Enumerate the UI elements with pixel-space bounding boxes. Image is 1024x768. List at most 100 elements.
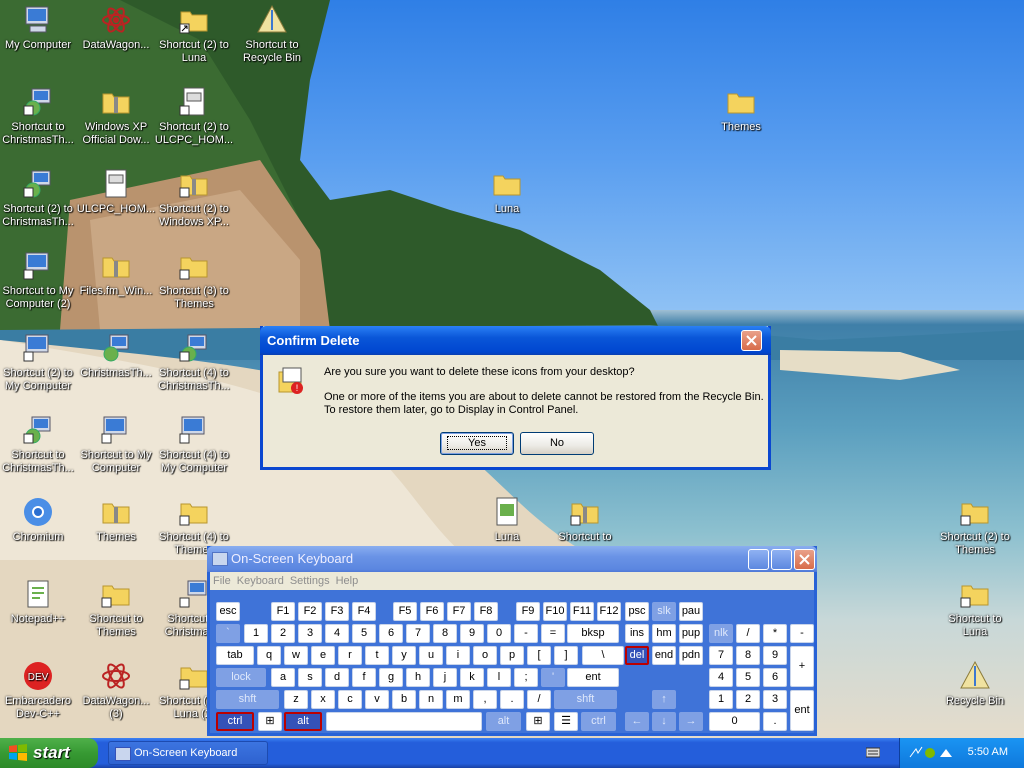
key-caps-5[interactable]: g (379, 668, 403, 687)
desktop-icon[interactable]: Luna (467, 168, 547, 216)
key-bottom-1[interactable]: alt (284, 712, 322, 731)
desktop-icon[interactable]: Themes (76, 496, 156, 544)
key-shift-1[interactable]: z (284, 690, 308, 709)
space-bar[interactable] (326, 712, 482, 731)
desktop-icon[interactable]: Shortcut (4) to ChristmasTh... (154, 332, 234, 393)
desktop-icon[interactable]: Shortcut (2) to My Computer (0, 332, 78, 393)
desktop-icon[interactable]: Shortcut (4) to My Computer (154, 414, 234, 475)
key-shift-11[interactable]: shft (554, 690, 617, 709)
key-shift-10[interactable]: / (527, 690, 551, 709)
key-num-20[interactable]: - (790, 624, 814, 643)
key-bottom-2[interactable]: alt (486, 712, 521, 731)
key-shift-4[interactable]: v (365, 690, 389, 709)
key-caps-12[interactable]: ent (567, 668, 619, 687)
no-button[interactable]: No (520, 432, 594, 455)
desktop-icon[interactable]: Shortcut (2) to Themes (935, 496, 1015, 557)
desktop-icon[interactable]: Themes (701, 86, 781, 134)
key-fn-7[interactable]: F7 (447, 602, 471, 621)
minimize-button[interactable] (748, 549, 769, 570)
key-caps-2[interactable]: s (298, 668, 322, 687)
key-bottom-5[interactable]: . (763, 712, 787, 731)
key-num-10[interactable]: 0 (487, 624, 511, 643)
key-num-16[interactable]: pup (679, 624, 703, 643)
desktop-icon[interactable]: Shortcut to ChristmasTh... (0, 414, 78, 475)
osk-titlebar[interactable]: On-Screen Keyboard (207, 546, 817, 572)
key-fn-14[interactable]: slk (652, 602, 676, 621)
key-caps-14[interactable]: 5 (736, 668, 760, 687)
key-tab-19[interactable]: 9 (763, 646, 787, 665)
key-shift-12[interactable]: 1 (709, 690, 733, 709)
desktop-icon[interactable]: Shortcut to Recycle Bin (232, 4, 312, 65)
key-shift-5[interactable]: b (392, 690, 416, 709)
key-caps-11[interactable]: ' (541, 668, 565, 687)
desktop-icon[interactable]: Shortcut to My Computer (76, 414, 156, 475)
key-tab-17[interactable]: 7 (709, 646, 733, 665)
key-caps-9[interactable]: l (487, 668, 511, 687)
key-tab-9[interactable]: o (473, 646, 497, 665)
start-button[interactable]: start (0, 738, 98, 768)
key-fn-2[interactable]: F2 (298, 602, 322, 621)
desktop-icon[interactable]: ULCPC_HOM... (76, 168, 156, 216)
key-tab-2[interactable]: w (284, 646, 308, 665)
desktop-icon[interactable]: Recycle Bin (935, 660, 1015, 708)
win-key-icon[interactable]: ⊞ (258, 712, 282, 731)
key-caps-0[interactable]: lock (216, 668, 266, 687)
key-fn-0[interactable]: esc (216, 602, 240, 621)
key-fn-6[interactable]: F6 (420, 602, 444, 621)
desktop-icon[interactable]: DataWagon... (3) (76, 660, 156, 721)
key-fn-11[interactable]: F11 (570, 602, 594, 621)
menu-settings[interactable]: Settings (287, 572, 333, 587)
key-tab-1[interactable]: q (257, 646, 281, 665)
arrow-right-icon[interactable]: → (679, 712, 703, 731)
key-tab-15[interactable]: end (652, 646, 676, 665)
key-caps-4[interactable]: f (352, 668, 376, 687)
desktop-icon[interactable]: Shortcut to Themes (76, 578, 156, 639)
key-num-5[interactable]: 5 (352, 624, 376, 643)
key-caps-10[interactable]: ; (514, 668, 538, 687)
key-tab-8[interactable]: i (446, 646, 470, 665)
key-num-18[interactable]: / (736, 624, 760, 643)
key-num-2[interactable]: 2 (271, 624, 295, 643)
key-fn-9[interactable]: F9 (516, 602, 540, 621)
key-num-14[interactable]: ins (625, 624, 649, 643)
key-tab-4[interactable]: r (338, 646, 362, 665)
key-shift-0[interactable]: shft (216, 690, 279, 709)
osk-close-button[interactable] (794, 549, 815, 570)
arrow-up-icon[interactable]: ↑ (652, 690, 676, 709)
key-num-17[interactable]: nlk (709, 624, 733, 643)
key-shift-13[interactable]: 2 (736, 690, 760, 709)
desktop-icon[interactable]: Shortcut (2) to ULCPC_HOM... (154, 86, 234, 147)
key-shift-2[interactable]: x (311, 690, 335, 709)
desktop-icon[interactable]: Chromium (0, 496, 78, 544)
key-tab-6[interactable]: y (392, 646, 416, 665)
key-tab-18[interactable]: 8 (736, 646, 760, 665)
desktop-icon[interactable]: Shortcut (3) to Themes (154, 250, 234, 311)
key-num-13[interactable]: bksp (567, 624, 619, 643)
key-tab-11[interactable]: [ (527, 646, 551, 665)
arrow-left-icon[interactable]: ← (625, 712, 649, 731)
key-shift-8[interactable]: , (473, 690, 497, 709)
desktop-icon[interactable]: Shortcut to My Computer (2) (0, 250, 78, 311)
key-tab-20[interactable]: + (790, 646, 814, 687)
key-caps-8[interactable]: k (460, 668, 484, 687)
desktop-icon[interactable]: Shortcut to Luna (935, 578, 1015, 639)
key-tab-0[interactable]: tab (216, 646, 254, 665)
key-bottom-3[interactable]: ctrl (581, 712, 616, 731)
key-fn-10[interactable]: F10 (543, 602, 567, 621)
key-shift-14[interactable]: 3 (763, 690, 787, 709)
key-shift-6[interactable]: n (419, 690, 443, 709)
key-fn-5[interactable]: F5 (393, 602, 417, 621)
key-caps-6[interactable]: h (406, 668, 430, 687)
key-shift-7[interactable]: m (446, 690, 470, 709)
desktop-icon[interactable]: Notepad++ (0, 578, 78, 626)
key-num-15[interactable]: hm (652, 624, 676, 643)
key-tab-3[interactable]: e (311, 646, 335, 665)
desktop-icon[interactable]: ChristmasTh... (76, 332, 156, 380)
menu-file[interactable]: File (210, 572, 234, 587)
key-num-1[interactable]: 1 (244, 624, 268, 643)
key-num-11[interactable]: - (514, 624, 538, 643)
key-num-6[interactable]: 6 (379, 624, 403, 643)
key-tab-13[interactable]: \ (582, 646, 624, 665)
key-caps-7[interactable]: j (433, 668, 457, 687)
key-fn-13[interactable]: psc (625, 602, 649, 621)
